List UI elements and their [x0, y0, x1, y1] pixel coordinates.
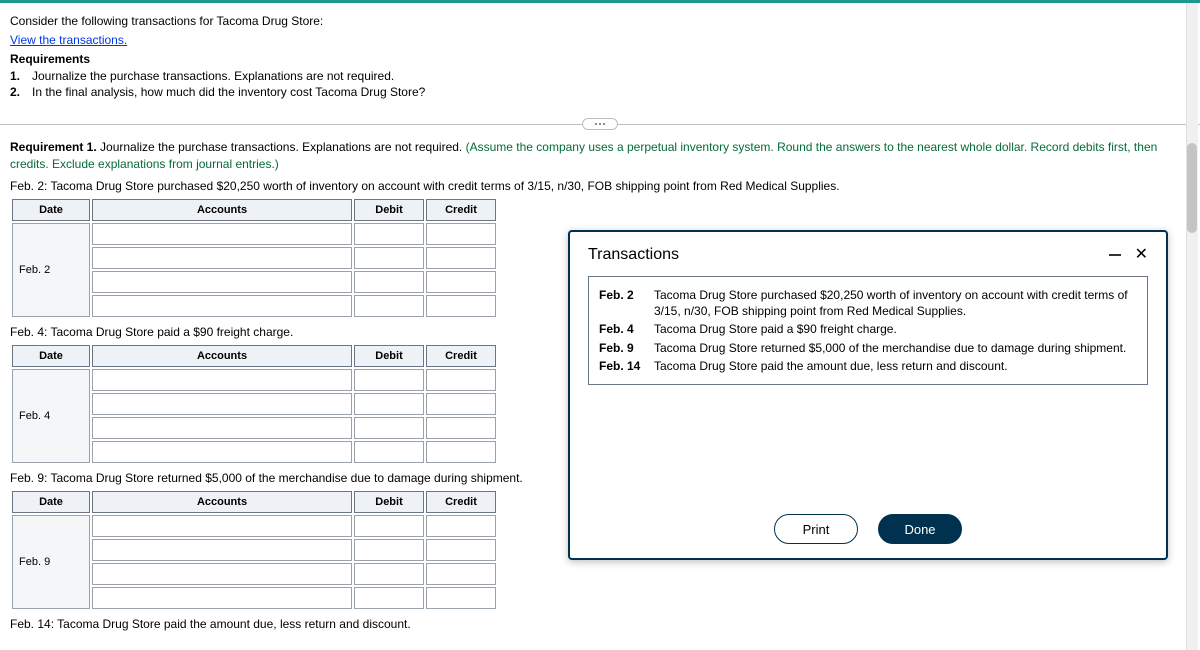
view-transactions-link[interactable]: View the transactions. — [10, 33, 127, 47]
req1-text: Journalize the purchase transactions. Ex… — [32, 69, 394, 83]
entry1-suffix: Red Medical Supplies. — [720, 179, 839, 193]
problem-header: Consider the following transactions for … — [0, 3, 1200, 105]
col-accounts: Accounts — [92, 345, 352, 367]
journal-table-1: Date Accounts Debit Credit Feb. 2 — [10, 197, 498, 319]
entry1-credit-1[interactable] — [433, 224, 489, 244]
col-date: Date — [12, 345, 90, 367]
entry2-credit-4[interactable] — [433, 442, 489, 462]
entry3-debit-4[interactable] — [361, 588, 417, 608]
trans-row: Feb. 2 Tacoma Drug Store purchased $20,2… — [599, 287, 1137, 319]
col-debit: Debit — [354, 199, 424, 221]
requirement1-label: Requirement 1. — [10, 140, 97, 154]
entry1-prefix: Feb. 2: Tacoma Drug Store — [10, 179, 154, 193]
req2-text: In the final analysis, how much did the … — [32, 85, 425, 99]
entry3-credit-1[interactable] — [433, 516, 489, 536]
col-debit: Debit — [354, 345, 424, 367]
close-icon[interactable]: ✕ — [1135, 247, 1148, 263]
minimize-icon[interactable] — [1109, 254, 1121, 256]
entry3-credit-2[interactable] — [433, 540, 489, 560]
entry3-prefix: Feb. 9: Tacoma Drug Store — [10, 471, 154, 485]
done-button[interactable]: Done — [878, 514, 962, 544]
entry2-debit-1[interactable] — [361, 370, 417, 390]
trans-desc: Tacoma Drug Store returned $5,000 of the… — [654, 340, 1137, 356]
entry4-prompt: Feb. 14: Tacoma Drug Store paid the amou… — [10, 617, 1190, 631]
entry1-debit-3[interactable] — [361, 272, 417, 292]
entry2-credit-3[interactable] — [433, 418, 489, 438]
entry3-debit-1[interactable] — [361, 516, 417, 536]
entry3-account-1[interactable] — [99, 516, 345, 536]
entry4-rest: paid the amount due, less return and dis… — [161, 617, 411, 631]
popup-title: Transactions — [588, 246, 1109, 264]
trans-date: Feb. 14 — [599, 358, 654, 374]
entry3-credit-4[interactable] — [433, 588, 489, 608]
col-credit: Credit — [426, 345, 496, 367]
entry3-debit-2[interactable] — [361, 540, 417, 560]
entry2-prefix: Feb. 4: Tacoma Drug Store — [10, 325, 154, 339]
trans-date: Feb. 2 — [599, 287, 654, 319]
entry3-rest: returned $5,000 of the merchandise due t… — [154, 471, 523, 485]
entry1-account-1[interactable] — [99, 224, 345, 244]
col-accounts: Accounts — [92, 199, 352, 221]
trans-desc: Tacoma Drug Store purchased $20,250 wort… — [654, 287, 1137, 319]
entry1-rest: purchased $20,250 worth of inventory on … — [154, 179, 720, 193]
entry2-account-2[interactable] — [99, 394, 345, 414]
entry1-account-3[interactable] — [99, 272, 345, 292]
journal-table-2: Date Accounts Debit Credit Feb. 4 — [10, 343, 498, 465]
entry1-credit-3[interactable] — [433, 272, 489, 292]
entry1-account-2[interactable] — [99, 248, 345, 268]
col-credit: Credit — [426, 491, 496, 513]
journal-table-3: Date Accounts Debit Credit Feb. 9 — [10, 489, 498, 611]
intro-line: Consider the following transactions for … — [10, 13, 1190, 30]
scrollbar-thumb[interactable] — [1187, 143, 1197, 233]
entry2-account-1[interactable] — [99, 370, 345, 390]
entry2-date: Feb. 4 — [12, 369, 90, 463]
entry4-prefix: Feb. 14: Tacoma Drug Store — [10, 617, 161, 631]
entry2-credit-1[interactable] — [433, 370, 489, 390]
requirement1-text: Journalize the purchase transactions. Ex… — [97, 140, 466, 154]
col-date: Date — [12, 199, 90, 221]
requirements-heading: Requirements — [10, 51, 1190, 68]
entry2-debit-2[interactable] — [361, 394, 417, 414]
trans-desc: Tacoma Drug Store paid the amount due, l… — [654, 358, 1137, 374]
col-credit: Credit — [426, 199, 496, 221]
col-accounts: Accounts — [92, 491, 352, 513]
scrollbar-track[interactable] — [1186, 3, 1198, 650]
entry1-debit-4[interactable] — [361, 296, 417, 316]
col-date: Date — [12, 491, 90, 513]
entry1-debit-1[interactable] — [361, 224, 417, 244]
entry1-credit-2[interactable] — [433, 248, 489, 268]
entry2-debit-3[interactable] — [361, 418, 417, 438]
entry1-account-4[interactable] — [99, 296, 345, 316]
print-button[interactable]: Print — [774, 514, 858, 544]
entry2-debit-4[interactable] — [361, 442, 417, 462]
req1-number: 1. — [10, 69, 32, 83]
entry3-account-4[interactable] — [99, 588, 345, 608]
transactions-box: Feb. 2 Tacoma Drug Store purchased $20,2… — [588, 276, 1148, 385]
entry2-rest: paid a $90 freight charge. — [154, 325, 293, 339]
section-divider — [0, 117, 1200, 131]
req2-number: 2. — [10, 85, 32, 99]
trans-date: Feb. 4 — [599, 321, 654, 337]
trans-row: Feb. 9 Tacoma Drug Store returned $5,000… — [599, 340, 1137, 356]
entry3-credit-3[interactable] — [433, 564, 489, 584]
entry3-account-3[interactable] — [99, 564, 345, 584]
entry1-prompt: Feb. 2: Tacoma Drug Store purchased $20,… — [10, 179, 1190, 193]
col-debit: Debit — [354, 491, 424, 513]
entry2-credit-2[interactable] — [433, 394, 489, 414]
entry2-account-4[interactable] — [99, 442, 345, 462]
trans-date: Feb. 9 — [599, 340, 654, 356]
expand-collapse-pill[interactable] — [582, 118, 618, 130]
entry3-account-2[interactable] — [99, 540, 345, 560]
entry3-date: Feb. 9 — [12, 515, 90, 609]
trans-row: Feb. 14 Tacoma Drug Store paid the amoun… — [599, 358, 1137, 374]
trans-desc: Tacoma Drug Store paid a $90 freight cha… — [654, 321, 1137, 337]
entry1-credit-4[interactable] — [433, 296, 489, 316]
entry1-date: Feb. 2 — [12, 223, 90, 317]
entry2-account-3[interactable] — [99, 418, 345, 438]
trans-row: Feb. 4 Tacoma Drug Store paid a $90 frei… — [599, 321, 1137, 337]
transactions-popup: Transactions ✕ Feb. 2 Tacoma Drug Store … — [568, 230, 1168, 560]
entry1-debit-2[interactable] — [361, 248, 417, 268]
entry3-debit-3[interactable] — [361, 564, 417, 584]
